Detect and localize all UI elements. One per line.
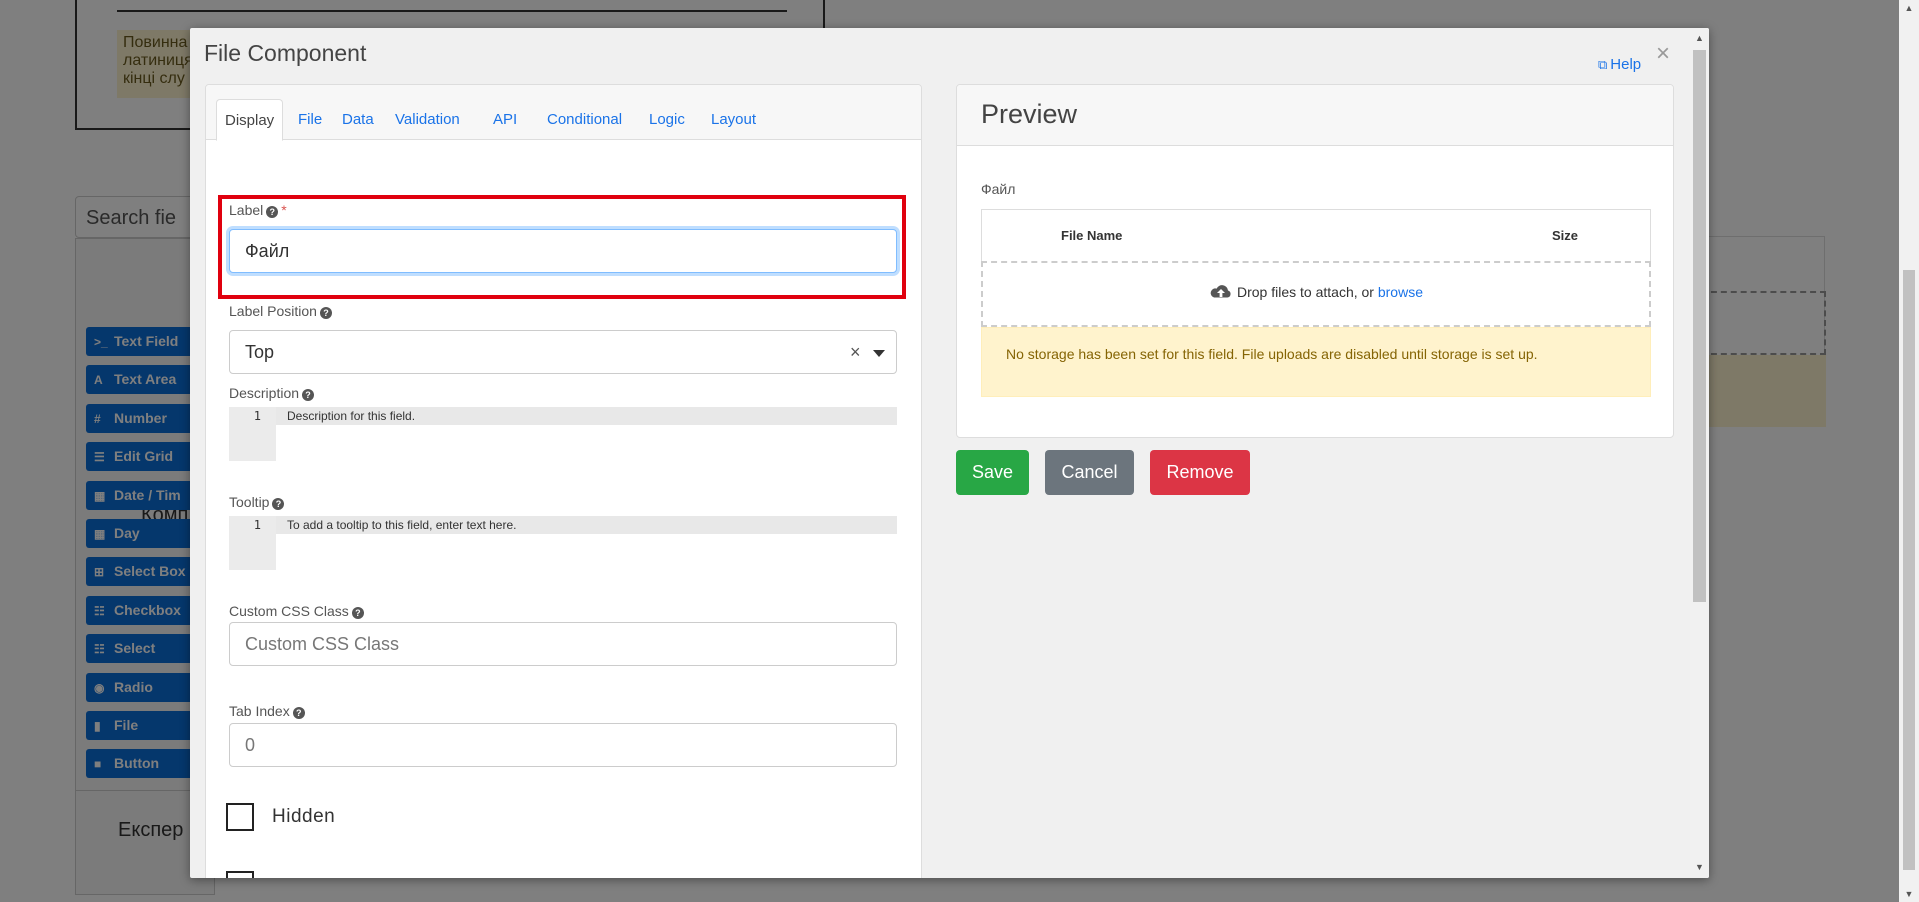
close-button[interactable]: ×: [1656, 40, 1670, 68]
required-asterisk: *: [281, 202, 287, 218]
tab-file[interactable]: File: [290, 99, 330, 141]
label-field-label: Label? *: [229, 202, 287, 218]
hidden-checkbox-label: Hidden: [272, 806, 336, 827]
modal-scrollbar[interactable]: ▲ ▼: [1690, 28, 1709, 878]
question-icon: ?: [266, 206, 279, 218]
external-link-icon: ⧉: [1598, 57, 1608, 72]
label-position-field-label: Label Position?: [229, 303, 332, 319]
scrollbar-thumb[interactable]: [1903, 270, 1915, 870]
checkbox-box[interactable]: [226, 803, 254, 831]
browse-link[interactable]: browse: [1378, 284, 1423, 300]
scroll-up-arrow-icon[interactable]: ▲: [1693, 33, 1706, 43]
tab-validation[interactable]: Validation: [387, 99, 468, 141]
tooltip-field-label: Tooltip?: [229, 494, 285, 510]
custom-css-field-label: Custom CSS Class?: [229, 603, 364, 619]
clear-selection-icon[interactable]: ×: [850, 342, 861, 363]
tab-layout[interactable]: Layout: [703, 99, 764, 141]
tab-logic[interactable]: Logic: [641, 99, 693, 141]
question-icon: ?: [272, 498, 285, 510]
description-editor[interactable]: 1 Description for this field.: [229, 407, 897, 461]
question-icon: ?: [302, 389, 315, 401]
checkbox-box[interactable]: [226, 871, 254, 878]
settings-tabs: Display File Data Validation API Conditi…: [206, 85, 921, 141]
file-name-column-header: File Name: [1061, 228, 1123, 243]
help-link[interactable]: ⧉ Help: [1598, 56, 1641, 73]
question-icon: ?: [319, 307, 332, 319]
question-icon: ?: [351, 607, 364, 619]
tooltip-editor[interactable]: 1 To add a tooltip to this field, enter …: [229, 516, 897, 570]
question-icon: ?: [292, 707, 305, 719]
file-component-modal: File Component ⧉ Help × Display File Data…: [190, 28, 1709, 878]
size-column-header: Size: [1552, 228, 1579, 243]
page-scrollbar[interactable]: ▲ ▼: [1899, 0, 1919, 902]
component-edit-form: Display File Data Validation API Conditi…: [205, 84, 922, 878]
tab-api[interactable]: API: [485, 99, 525, 141]
tab-index-field-label: Tab Index?: [229, 703, 305, 719]
custom-css-input[interactable]: [229, 622, 897, 666]
label-position-value: Top: [245, 342, 275, 362]
scroll-down-arrow-icon[interactable]: ▼: [1693, 862, 1706, 872]
modal-title: File Component: [204, 40, 367, 66]
description-placeholder: Description for this field.: [287, 409, 416, 423]
save-button[interactable]: Save: [956, 450, 1029, 495]
tab-display[interactable]: Display: [216, 99, 284, 141]
storage-warning-alert: No storage has been set for this field. …: [981, 327, 1651, 397]
scroll-down-arrow-icon[interactable]: ▼: [1903, 888, 1915, 900]
label-position-select[interactable]: Top ×: [229, 330, 897, 374]
file-table-header: File Name Size: [981, 209, 1651, 261]
remove-button[interactable]: Remove: [1150, 450, 1250, 495]
tab-index-input[interactable]: [229, 723, 897, 767]
tab-conditional[interactable]: Conditional: [539, 99, 630, 141]
cloud-upload-icon: [1209, 283, 1233, 304]
chevron-down-icon[interactable]: [873, 350, 885, 357]
scrollbar-thumb[interactable]: [1693, 50, 1706, 602]
preview-title: Preview: [981, 99, 1078, 129]
label-input[interactable]: [229, 229, 897, 273]
tooltip-placeholder: To add a tooltip to this field, enter te…: [287, 518, 517, 532]
tab-data[interactable]: Data: [334, 99, 382, 141]
preview-field-label: Файл: [981, 181, 1016, 197]
preview-panel: Preview Файл File Name Size Drop files t…: [956, 84, 1674, 438]
file-dropzone[interactable]: Drop files to attach, or browse: [981, 261, 1651, 327]
cancel-button[interactable]: Cancel: [1045, 450, 1134, 495]
scroll-up-arrow-icon[interactable]: ▲: [1903, 2, 1915, 14]
description-field-label: Description?: [229, 385, 315, 401]
